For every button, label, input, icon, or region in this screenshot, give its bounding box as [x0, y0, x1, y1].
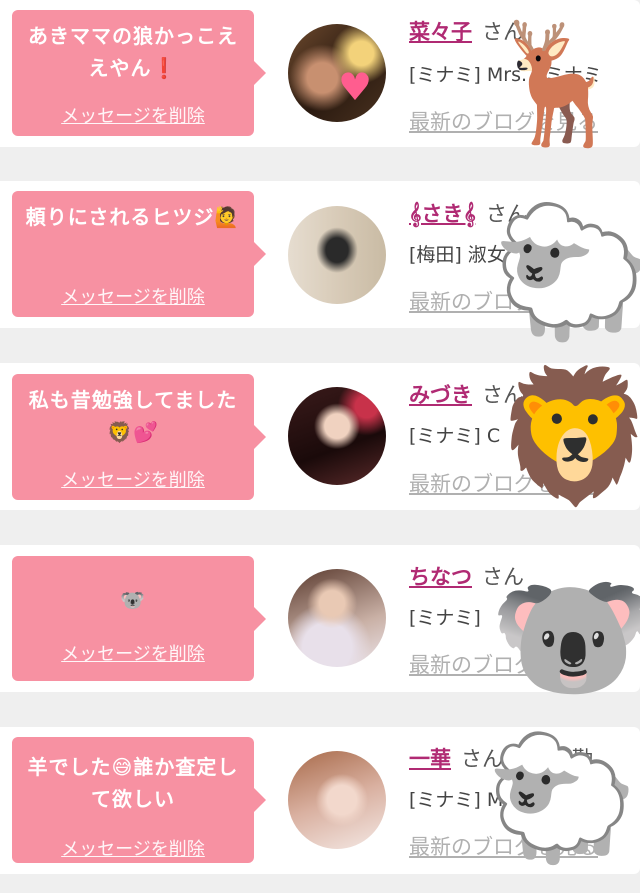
message-text: 🐨: [120, 588, 146, 612]
shop-info: [ミナミ] C: [409, 425, 501, 447]
sheep-sticker-icon: 🐑: [492, 198, 640, 347]
delete-message-link[interactable]: メッセージを削除: [12, 283, 254, 309]
avatar[interactable]: [288, 569, 386, 667]
post-card: 羊でした😅誰か査定して欲しい メッセージを削除 一華 さん 本日出勤 [ミナミ] M…: [0, 727, 640, 874]
message-text: 私も昔勉強してました🦁💕: [28, 388, 238, 444]
post-card: 私も昔勉強してました🦁💕 メッセージを削除 みづき さん 本日出勤 [ミナミ] C …: [0, 363, 640, 510]
message-bubble: 羊でした😅誰か査定して欲しい メッセージを削除: [12, 737, 266, 863]
shop-info: [ミナミ]: [409, 607, 481, 629]
girl-name-link[interactable]: 菜々子: [409, 20, 472, 44]
message-text: あきママの狼かっこええやん❗: [28, 24, 238, 80]
message-bubble: 私も昔勉強してました🦁💕 メッセージを削除: [12, 374, 266, 500]
message-bubble: 🐨 メッセージを削除: [12, 556, 266, 681]
girl-name-link[interactable]: みづき: [409, 383, 472, 407]
heart-icon: ♥: [338, 65, 373, 109]
delete-message-link[interactable]: メッセージを削除: [12, 102, 254, 128]
lion-sticker-icon: 🦁: [494, 360, 640, 512]
delete-message-link[interactable]: メッセージを削除: [12, 466, 254, 492]
delete-message-link[interactable]: メッセージを削除: [12, 640, 254, 666]
post-card: 頼りにされるヒツジ🙋 メッセージを削除 𝄞さき𝄞 さん [梅田] 淑女の館 交響 …: [0, 181, 640, 337]
message-bubble: 頼りにされるヒツジ🙋 メッセージを削除: [12, 191, 266, 317]
message-text: 羊でした😅誰か査定して欲しい: [27, 755, 239, 811]
sheep-sticker-icon: 🐑: [486, 727, 638, 869]
girl-name-link[interactable]: 一華: [409, 747, 451, 771]
avatar[interactable]: [288, 206, 386, 304]
girl-name-link[interactable]: 𝄞さき𝄞: [409, 202, 476, 226]
deer-sticker-icon: 🦌: [486, 14, 633, 152]
post-card: あきママの狼かっこええやん❗ メッセージを削除 ♥ 菜々子 さん [ミナミ] Mr…: [0, 0, 640, 147]
avatar[interactable]: [288, 387, 386, 485]
avatar[interactable]: [288, 751, 386, 849]
message-bubble: あきママの狼かっこええやん❗ メッセージを削除: [12, 10, 266, 136]
avatar[interactable]: ♥: [288, 24, 386, 122]
koala-sticker-icon: 🐨: [490, 560, 640, 714]
delete-message-link[interactable]: メッセージを削除: [12, 835, 254, 861]
message-text: 頼りにされるヒツジ🙋: [25, 205, 241, 229]
girl-name-link[interactable]: ちなつ: [409, 565, 472, 589]
post-card: 🐨 メッセージを削除 ちなつ さん [ミナミ] 最新のブログを見る 🐨: [0, 545, 640, 703]
